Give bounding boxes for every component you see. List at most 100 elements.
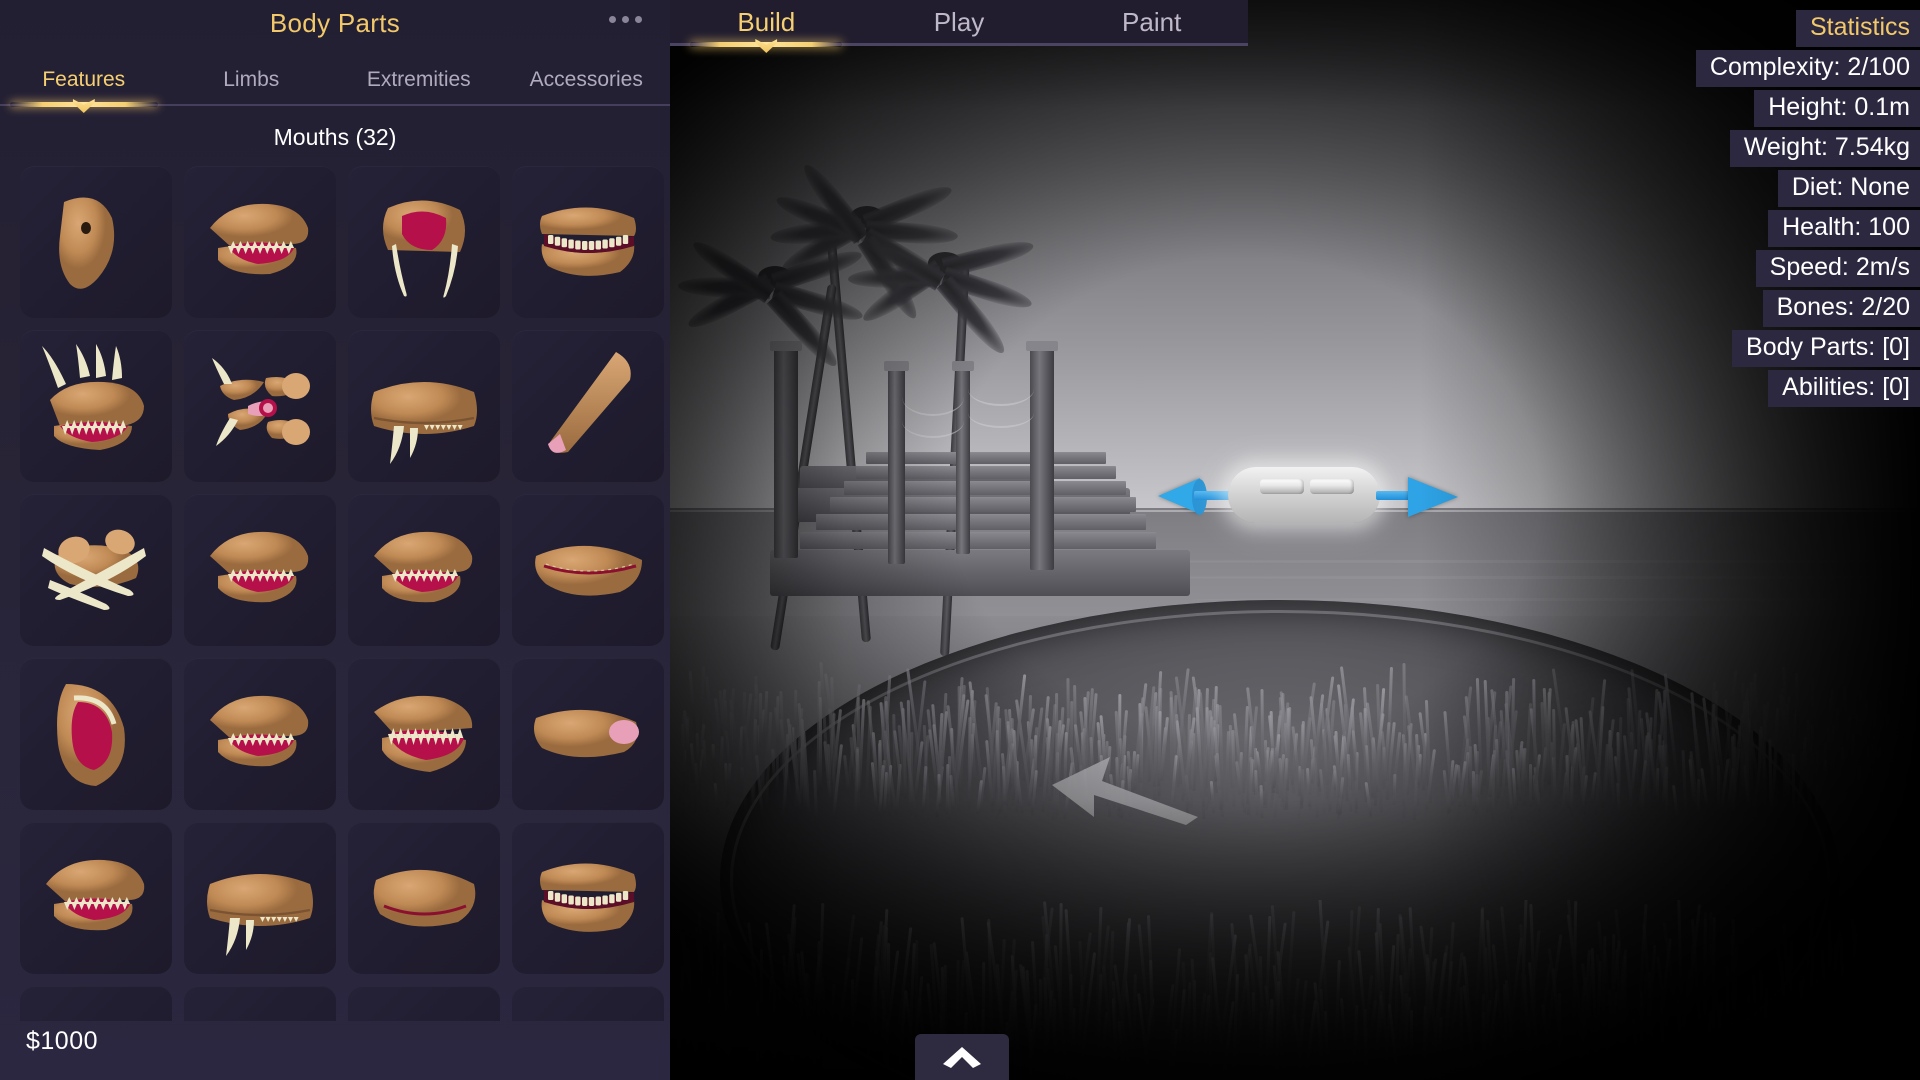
body-part-cell[interactable] — [20, 166, 172, 318]
body-part-cell[interactable] — [348, 330, 500, 482]
app-root: Body Parts Features Limbs Extremities Acces… — [0, 0, 1920, 1080]
part-thumbnail — [207, 874, 313, 956]
statistic-line: Speed: 2m/s — [1755, 250, 1920, 287]
body-part-cell[interactable] — [184, 166, 336, 318]
grass-blade — [1833, 707, 1839, 788]
grass-blade — [1528, 763, 1532, 807]
body-part-cell[interactable] — [20, 494, 172, 646]
body-part-cell[interactable] — [20, 986, 172, 1021]
body-part-cell[interactable] — [512, 494, 664, 646]
part-thumbnail — [535, 545, 642, 596]
grass-blade — [1758, 970, 1764, 1059]
grass-blade — [758, 693, 763, 808]
grass-blade — [1911, 1019, 1920, 1073]
part-thumbnail — [373, 869, 476, 927]
selected-bone-capsule[interactable] — [1228, 467, 1380, 523]
grass-blade — [1742, 995, 1750, 1058]
grass-blade — [1827, 919, 1831, 1049]
body-part-cell[interactable] — [184, 986, 336, 1021]
stair-step — [830, 497, 1136, 512]
bone-segment[interactable] — [1310, 479, 1354, 494]
ellipsis-icon[interactable] — [609, 16, 642, 23]
grass-blade — [1504, 690, 1508, 787]
grass-field-foreground — [670, 900, 1920, 1080]
sidebar-tabs-rule — [0, 104, 670, 106]
grass-blade — [851, 979, 855, 1041]
grass-blade — [1639, 991, 1643, 1070]
part-thumbnail — [59, 197, 115, 289]
part-thumbnail — [383, 200, 465, 298]
sidebar-tab-label: Extremities — [366, 68, 471, 91]
panel-toggle-button[interactable] — [915, 1034, 1009, 1080]
statistic-line: Weight: 7.54kg — [1729, 130, 1920, 167]
grass-blade — [1565, 754, 1570, 808]
statistic-line: Abilities: [0] — [1768, 370, 1920, 407]
grass-blade — [1671, 784, 1679, 818]
grass-blade — [1410, 1010, 1414, 1060]
bone-segment[interactable] — [1260, 479, 1304, 494]
body-part-cell[interactable] — [20, 658, 172, 810]
sidebar-tab-limbs[interactable]: Limbs — [168, 68, 336, 92]
grass-blade — [864, 705, 872, 803]
sidebar-tab-bar: Features Limbs Extremities Accessories — [0, 56, 670, 104]
grass-blade — [1608, 730, 1613, 798]
mode-tab-paint[interactable]: Paint — [1055, 7, 1248, 38]
sidebar-tab-features[interactable]: Features — [0, 68, 168, 92]
part-thumbnail — [46, 859, 145, 931]
grass-blade — [1791, 754, 1796, 819]
grass-field — [670, 520, 1920, 820]
body-part-cell[interactable] — [512, 986, 664, 1021]
mode-tab-build[interactable]: Build — [670, 7, 863, 38]
body-part-cell[interactable] — [184, 822, 336, 974]
body-part-cell[interactable] — [512, 658, 664, 810]
part-thumbnail — [212, 358, 310, 446]
body-part-cell[interactable] — [184, 494, 336, 646]
part-thumbnail — [42, 344, 144, 450]
part-thumbnail — [210, 695, 309, 767]
part-thumbnail — [210, 203, 309, 275]
part-thumbnail — [534, 709, 639, 758]
arrow-cursor — [1052, 757, 1198, 825]
body-part-grid[interactable] — [20, 166, 670, 1021]
grass-blade — [770, 749, 776, 783]
sidebar-tab-accessories[interactable]: Accessories — [503, 68, 671, 92]
statistic-line: Diet: None — [1777, 170, 1920, 207]
body-part-cell[interactable] — [348, 166, 500, 318]
mode-tab-play[interactable]: Play — [863, 7, 1056, 38]
gizmo-arrow-right[interactable] — [1408, 477, 1458, 517]
body-part-cell[interactable] — [348, 494, 500, 646]
body-part-cell[interactable] — [20, 822, 172, 974]
part-thumbnail — [184, 986, 336, 1021]
grass-blade — [1551, 708, 1557, 808]
body-part-cell[interactable] — [512, 822, 664, 974]
part-thumbnail — [20, 986, 172, 1021]
grass-blade — [1885, 712, 1889, 808]
body-part-cell[interactable] — [184, 330, 336, 482]
statistic-line: Bones: 2/20 — [1762, 290, 1920, 327]
grass-blade — [1437, 1016, 1443, 1058]
mode-tab-label: Build — [737, 6, 796, 37]
grass-blade — [706, 987, 711, 1059]
dock-rope — [968, 398, 1034, 428]
part-thumbnail — [42, 529, 146, 610]
part-thumbnail — [348, 986, 500, 1021]
statistics-panel: Statistics Complexity: 2/100 Height: 0.1m… — [1695, 10, 1920, 410]
body-part-cell[interactable] — [184, 658, 336, 810]
statistic-line: Body Parts: [0] — [1732, 330, 1920, 367]
grass-blade — [1231, 730, 1236, 807]
mode-tab-label: Play — [933, 6, 985, 37]
sidebar-tab-extremities[interactable]: Extremities — [335, 68, 503, 92]
part-thumbnail — [374, 531, 473, 603]
body-part-cell[interactable] — [20, 330, 172, 482]
body-part-cell[interactable] — [348, 658, 500, 810]
mode-tab-rule — [670, 43, 1248, 46]
sidebar-tab-label: Accessories — [529, 68, 643, 91]
body-part-cell[interactable] — [348, 986, 500, 1021]
body-part-cell[interactable] — [512, 166, 664, 318]
grass-blade — [1703, 912, 1707, 1062]
body-part-cell[interactable] — [512, 330, 664, 482]
body-part-cell[interactable] — [348, 822, 500, 974]
dock-rope — [902, 404, 964, 438]
grass-blade — [1681, 749, 1688, 819]
move-gizmo[interactable] — [1150, 455, 1470, 535]
